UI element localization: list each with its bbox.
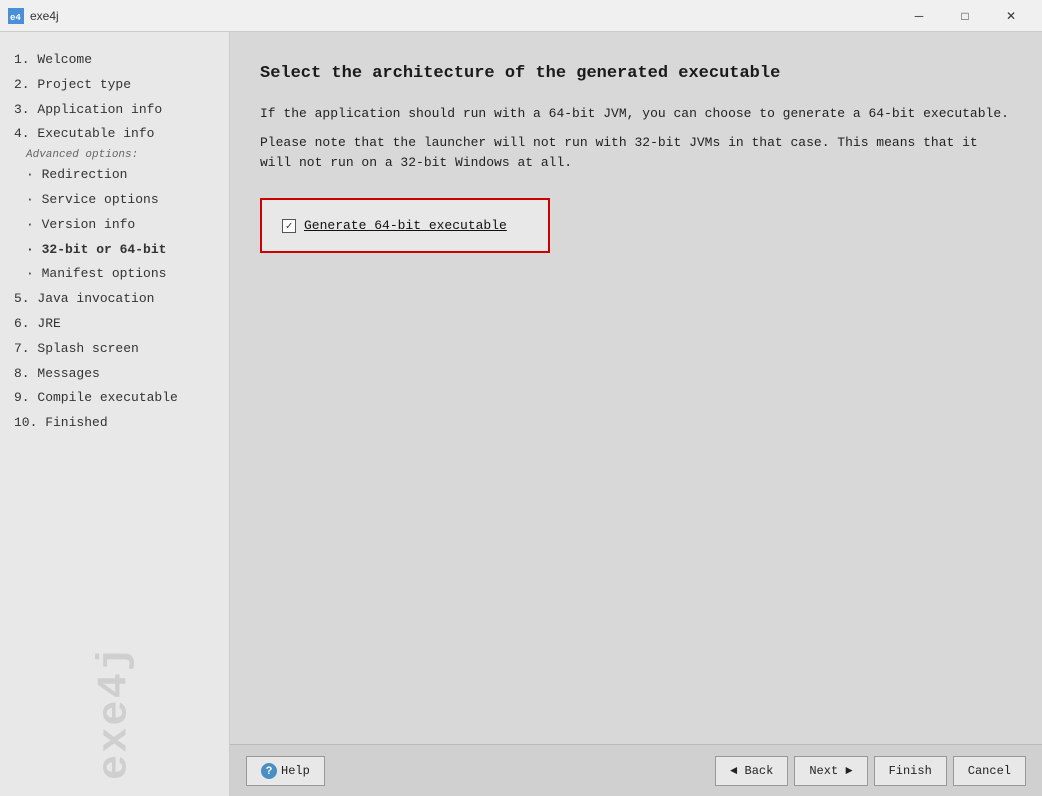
sidebar-watermark: exe4j (91, 598, 139, 796)
sidebar-item-version-info[interactable]: · Version info (10, 213, 219, 238)
description-1: If the application should run with a 64-… (260, 104, 1012, 125)
close-button[interactable]: ✕ (988, 0, 1034, 32)
description-2: Please note that the launcher will not r… (260, 133, 1012, 175)
sidebar-item-manifest-options[interactable]: · Manifest options (10, 262, 219, 287)
generate-64bit-text: Generate 64-bit executable (304, 218, 507, 233)
generate-64bit-checkbox[interactable]: ✓ (282, 219, 296, 233)
cancel-button[interactable]: Cancel (953, 756, 1026, 786)
help-label: Help (281, 764, 310, 778)
content-area: Select the architecture of the generated… (230, 32, 1042, 744)
page-title: Select the architecture of the generated… (260, 62, 1012, 86)
sidebar-item-messages[interactable]: 8. Messages (10, 362, 219, 387)
sidebar-item-32or64[interactable]: · 32-bit or 64-bit (10, 238, 219, 263)
footer-right: ◄ Back Next ► Finish Cancel (715, 756, 1026, 786)
footer: ? Help ◄ Back Next ► Finish Cancel (230, 744, 1042, 796)
sidebar-item-welcome[interactable]: 1. Welcome (10, 48, 219, 73)
help-button[interactable]: ? Help (246, 756, 325, 786)
sidebar-item-jre[interactable]: 6. JRE (10, 312, 219, 337)
help-icon: ? (261, 763, 277, 779)
maximize-button[interactable]: □ (942, 0, 988, 32)
checkbox-panel: ✓ Generate 64-bit executable (260, 198, 550, 253)
footer-left: ? Help (246, 756, 715, 786)
svg-text:e4: e4 (10, 13, 21, 23)
back-button[interactable]: ◄ Back (715, 756, 788, 786)
window-title: exe4j (30, 9, 896, 23)
window-controls: ─ □ ✕ (896, 0, 1034, 32)
sidebar-item-java-invocation[interactable]: 5. Java invocation (10, 287, 219, 312)
sidebar-item-project-type[interactable]: 2. Project type (10, 73, 219, 98)
sidebar: 1. Welcome 2. Project type 3. Applicatio… (0, 32, 230, 796)
minimize-button[interactable]: ─ (896, 0, 942, 32)
sidebar-item-app-info[interactable]: 3. Application info (10, 98, 219, 123)
sidebar-item-exe-info[interactable]: 4. Executable info (10, 122, 219, 147)
finish-button[interactable]: Finish (874, 756, 947, 786)
main-window: 1. Welcome 2. Project type 3. Applicatio… (0, 32, 1042, 796)
sidebar-item-splash-screen[interactable]: 7. Splash screen (10, 337, 219, 362)
app-icon: e4 (8, 8, 24, 24)
sidebar-item-finished[interactable]: 10. Finished (10, 411, 219, 436)
generate-64bit-label[interactable]: ✓ Generate 64-bit executable (282, 218, 507, 233)
sidebar-item-service-options[interactable]: · Service options (10, 188, 219, 213)
titlebar: e4 exe4j ─ □ ✕ (0, 0, 1042, 32)
sidebar-item-compile-exe[interactable]: 9. Compile executable (10, 386, 219, 411)
sidebar-item-redirection[interactable]: · Redirection (10, 163, 219, 188)
sidebar-advanced-label: Advanced options: (10, 147, 219, 163)
next-button[interactable]: Next ► (794, 756, 867, 786)
